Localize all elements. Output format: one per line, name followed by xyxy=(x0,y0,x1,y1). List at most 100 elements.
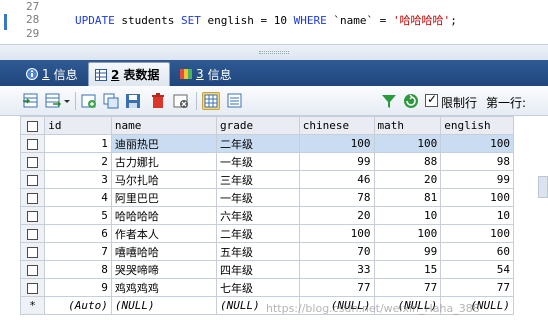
column-header[interactable]: name xyxy=(110,116,217,135)
cell-english[interactable]: 100 xyxy=(440,134,514,153)
cell-chinese[interactable]: 99 xyxy=(298,152,375,171)
row-checkbox[interactable] xyxy=(27,246,39,258)
row-checkbox[interactable] xyxy=(27,210,39,222)
cell-english[interactable]: 100 xyxy=(440,224,514,243)
cell-id[interactable]: 3 xyxy=(44,170,112,189)
column-header[interactable]: chinese xyxy=(298,116,375,135)
cell-chinese[interactable]: 78 xyxy=(298,188,375,207)
new-cell-id[interactable]: (Auto) xyxy=(44,296,112,315)
chevron-down-icon[interactable] xyxy=(63,92,71,110)
row-selector[interactable] xyxy=(19,206,46,225)
delete-icon[interactable] xyxy=(149,92,167,110)
cell-name[interactable]: 哈哈哈哈 xyxy=(110,206,217,225)
cell-grade[interactable]: 三年级 xyxy=(215,170,300,189)
duplicate-row-icon[interactable] xyxy=(102,92,120,110)
save-icon[interactable] xyxy=(124,92,142,110)
cell-id[interactable]: 8 xyxy=(44,260,112,279)
cell-name[interactable]: 嘻嘻哈哈 xyxy=(110,242,217,261)
row-selector[interactable] xyxy=(19,152,46,171)
cell-chinese[interactable]: 46 xyxy=(298,170,375,189)
column-header[interactable]: grade xyxy=(215,116,300,135)
cell-chinese[interactable]: 100 xyxy=(298,224,375,243)
table-row[interactable]: 4 阿里巴巴 一年级 78 81 100 xyxy=(19,188,514,207)
pane-splitter[interactable] xyxy=(0,44,548,60)
cell-english[interactable]: 10 xyxy=(440,206,514,225)
table-row[interactable]: 5 哈哈哈哈 六年级 20 10 10 xyxy=(19,206,514,225)
cell-math[interactable]: 100 xyxy=(373,224,442,243)
first-row-input[interactable] xyxy=(538,176,548,198)
cell-math[interactable]: 15 xyxy=(373,260,442,279)
cell-name[interactable]: 鸡鸡鸡鸡 xyxy=(110,278,217,297)
cell-id[interactable]: 2 xyxy=(44,152,112,171)
cell-name[interactable]: 迪丽热巴 xyxy=(110,134,217,153)
cell-grade[interactable]: 一年级 xyxy=(215,188,300,207)
cell-english[interactable]: 98 xyxy=(440,152,514,171)
limit-rows-checkbox[interactable] xyxy=(425,92,438,107)
cell-grade[interactable]: 五年级 xyxy=(215,242,300,261)
table-row[interactable]: 9 鸡鸡鸡鸡 七年级 77 77 77 xyxy=(19,278,514,297)
tab-table-data[interactable]: 2 表数据 xyxy=(88,62,170,86)
cell-math[interactable]: 100 xyxy=(373,134,442,153)
result-grid[interactable]: id name grade chinese math english 1 迪丽热巴… xyxy=(19,116,518,315)
cell-chinese[interactable]: 33 xyxy=(298,260,375,279)
cell-math[interactable]: 77 xyxy=(373,278,442,297)
row-checkbox[interactable] xyxy=(27,192,39,204)
cell-math[interactable]: 10 xyxy=(373,206,442,225)
row-checkbox[interactable] xyxy=(27,264,39,276)
tab-info-1[interactable]: 1 信息 xyxy=(20,62,84,86)
column-header[interactable]: math xyxy=(373,116,442,135)
table-row[interactable]: 2 古力娜扎 一年级 99 88 98 xyxy=(19,152,514,171)
cell-id[interactable]: 6 xyxy=(44,224,112,243)
cell-id[interactable]: 7 xyxy=(44,242,112,261)
column-header[interactable]: id xyxy=(44,116,112,135)
row-checkbox[interactable] xyxy=(27,228,39,240)
cell-id[interactable]: 5 xyxy=(44,206,112,225)
form-view-icon[interactable] xyxy=(226,92,244,110)
export-icon[interactable] xyxy=(44,92,62,110)
cell-name[interactable]: 作者本人 xyxy=(110,224,217,243)
cell-english[interactable]: 77 xyxy=(440,278,514,297)
table-row[interactable]: 8 哭哭啼啼 四年级 33 15 54 xyxy=(19,260,514,279)
cell-grade[interactable]: 七年级 xyxy=(215,278,300,297)
cell-grade[interactable]: 一年级 xyxy=(215,152,300,171)
select-all-checkbox[interactable] xyxy=(27,120,39,132)
cell-id[interactable]: 4 xyxy=(44,188,112,207)
cell-name[interactable]: 古力娜扎 xyxy=(110,152,217,171)
cell-name[interactable]: 阿里巴巴 xyxy=(110,188,217,207)
cell-name[interactable]: 哭哭啼啼 xyxy=(110,260,217,279)
table-row[interactable]: 3 马尔扎哈 三年级 46 20 99 xyxy=(19,170,514,189)
cell-math[interactable]: 81 xyxy=(373,188,442,207)
row-selector[interactable] xyxy=(19,260,46,279)
refresh-icon[interactable] xyxy=(402,92,420,110)
cell-id[interactable]: 1 xyxy=(44,134,112,153)
cell-grade[interactable]: 六年级 xyxy=(215,206,300,225)
cell-math[interactable]: 20 xyxy=(373,170,442,189)
cancel-changes-icon[interactable] xyxy=(172,92,190,110)
row-checkbox[interactable] xyxy=(27,138,39,150)
row-selector[interactable] xyxy=(19,134,46,153)
column-header[interactable]: english xyxy=(440,116,514,135)
grid-view-icon[interactable] xyxy=(202,92,220,110)
row-selector[interactable] xyxy=(19,242,46,261)
cell-grade[interactable]: 四年级 xyxy=(215,260,300,279)
cell-english[interactable]: 54 xyxy=(440,260,514,279)
add-row-icon[interactable] xyxy=(80,92,98,110)
row-checkbox[interactable] xyxy=(27,174,39,186)
cell-math[interactable]: 88 xyxy=(373,152,442,171)
filter-icon[interactable] xyxy=(380,92,398,110)
cell-chinese[interactable]: 70 xyxy=(298,242,375,261)
cell-chinese[interactable]: 100 xyxy=(298,134,375,153)
tab-info-3[interactable]: 3 信息 xyxy=(174,62,238,86)
cell-grade[interactable]: 二年级 xyxy=(215,134,300,153)
cell-grade[interactable]: 二年级 xyxy=(215,224,300,243)
row-checkbox[interactable] xyxy=(27,282,39,294)
row-selector[interactable] xyxy=(19,170,46,189)
row-selector[interactable] xyxy=(19,188,46,207)
cell-english[interactable]: 99 xyxy=(440,170,514,189)
sql-editor[interactable]: 27 28 29 UPDATE students SET english = 1… xyxy=(0,0,548,44)
row-selector[interactable] xyxy=(19,224,46,243)
row-checkbox[interactable] xyxy=(27,156,39,168)
sql-statement[interactable]: UPDATE students SET english = 10 WHERE `… xyxy=(75,12,457,28)
cell-english[interactable]: 60 xyxy=(440,242,514,261)
cell-math[interactable]: 99 xyxy=(373,242,442,261)
